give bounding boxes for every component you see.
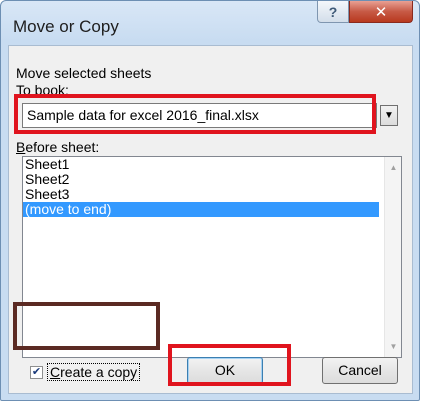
list-item-sheet3[interactable]: Sheet3 xyxy=(23,187,379,202)
move-selected-sheets-label: Move selected sheets xyxy=(16,65,152,81)
help-button[interactable]: ? xyxy=(317,1,349,23)
create-copy-access-key: C xyxy=(50,364,61,380)
before-sheet-label-text: efore sheet: xyxy=(25,139,100,155)
help-icon: ? xyxy=(328,3,338,20)
close-button[interactable]: ✕ xyxy=(349,1,413,23)
scroll-down-icon[interactable]: ▼ xyxy=(385,342,401,351)
chevron-down-icon: ▼ xyxy=(384,110,394,121)
create-copy-label-text: reate a copy xyxy=(60,364,138,380)
to-book-dropdown-button[interactable]: ▼ xyxy=(380,105,398,126)
before-sheet-access-key: B xyxy=(16,139,26,155)
before-sheet-label: Before sheet: xyxy=(16,139,99,155)
list-item-sheet1[interactable]: Sheet1 xyxy=(23,157,379,172)
to-book-highlight-box xyxy=(14,94,376,134)
list-item-move-to-end[interactable]: (move to end) xyxy=(23,202,379,217)
title-bar[interactable]: Move or Copy ? ✕ xyxy=(1,1,419,41)
dialog-title: Move or Copy xyxy=(13,17,119,36)
create-copy-highlight-box xyxy=(13,302,160,350)
listbox-scrollbar[interactable]: ▲ ▼ xyxy=(384,157,401,357)
scroll-up-icon[interactable]: ▲ xyxy=(385,163,401,172)
close-icon: ✕ xyxy=(374,3,388,21)
cancel-button[interactable]: Cancel xyxy=(322,357,398,384)
create-copy-checkbox[interactable]: ✔ xyxy=(30,366,43,379)
ok-highlight-box xyxy=(168,344,291,386)
create-copy-label[interactable]: Create a copy xyxy=(47,363,141,381)
list-item-sheet2[interactable]: Sheet2 xyxy=(23,172,379,187)
checkmark-icon: ✔ xyxy=(31,366,42,378)
